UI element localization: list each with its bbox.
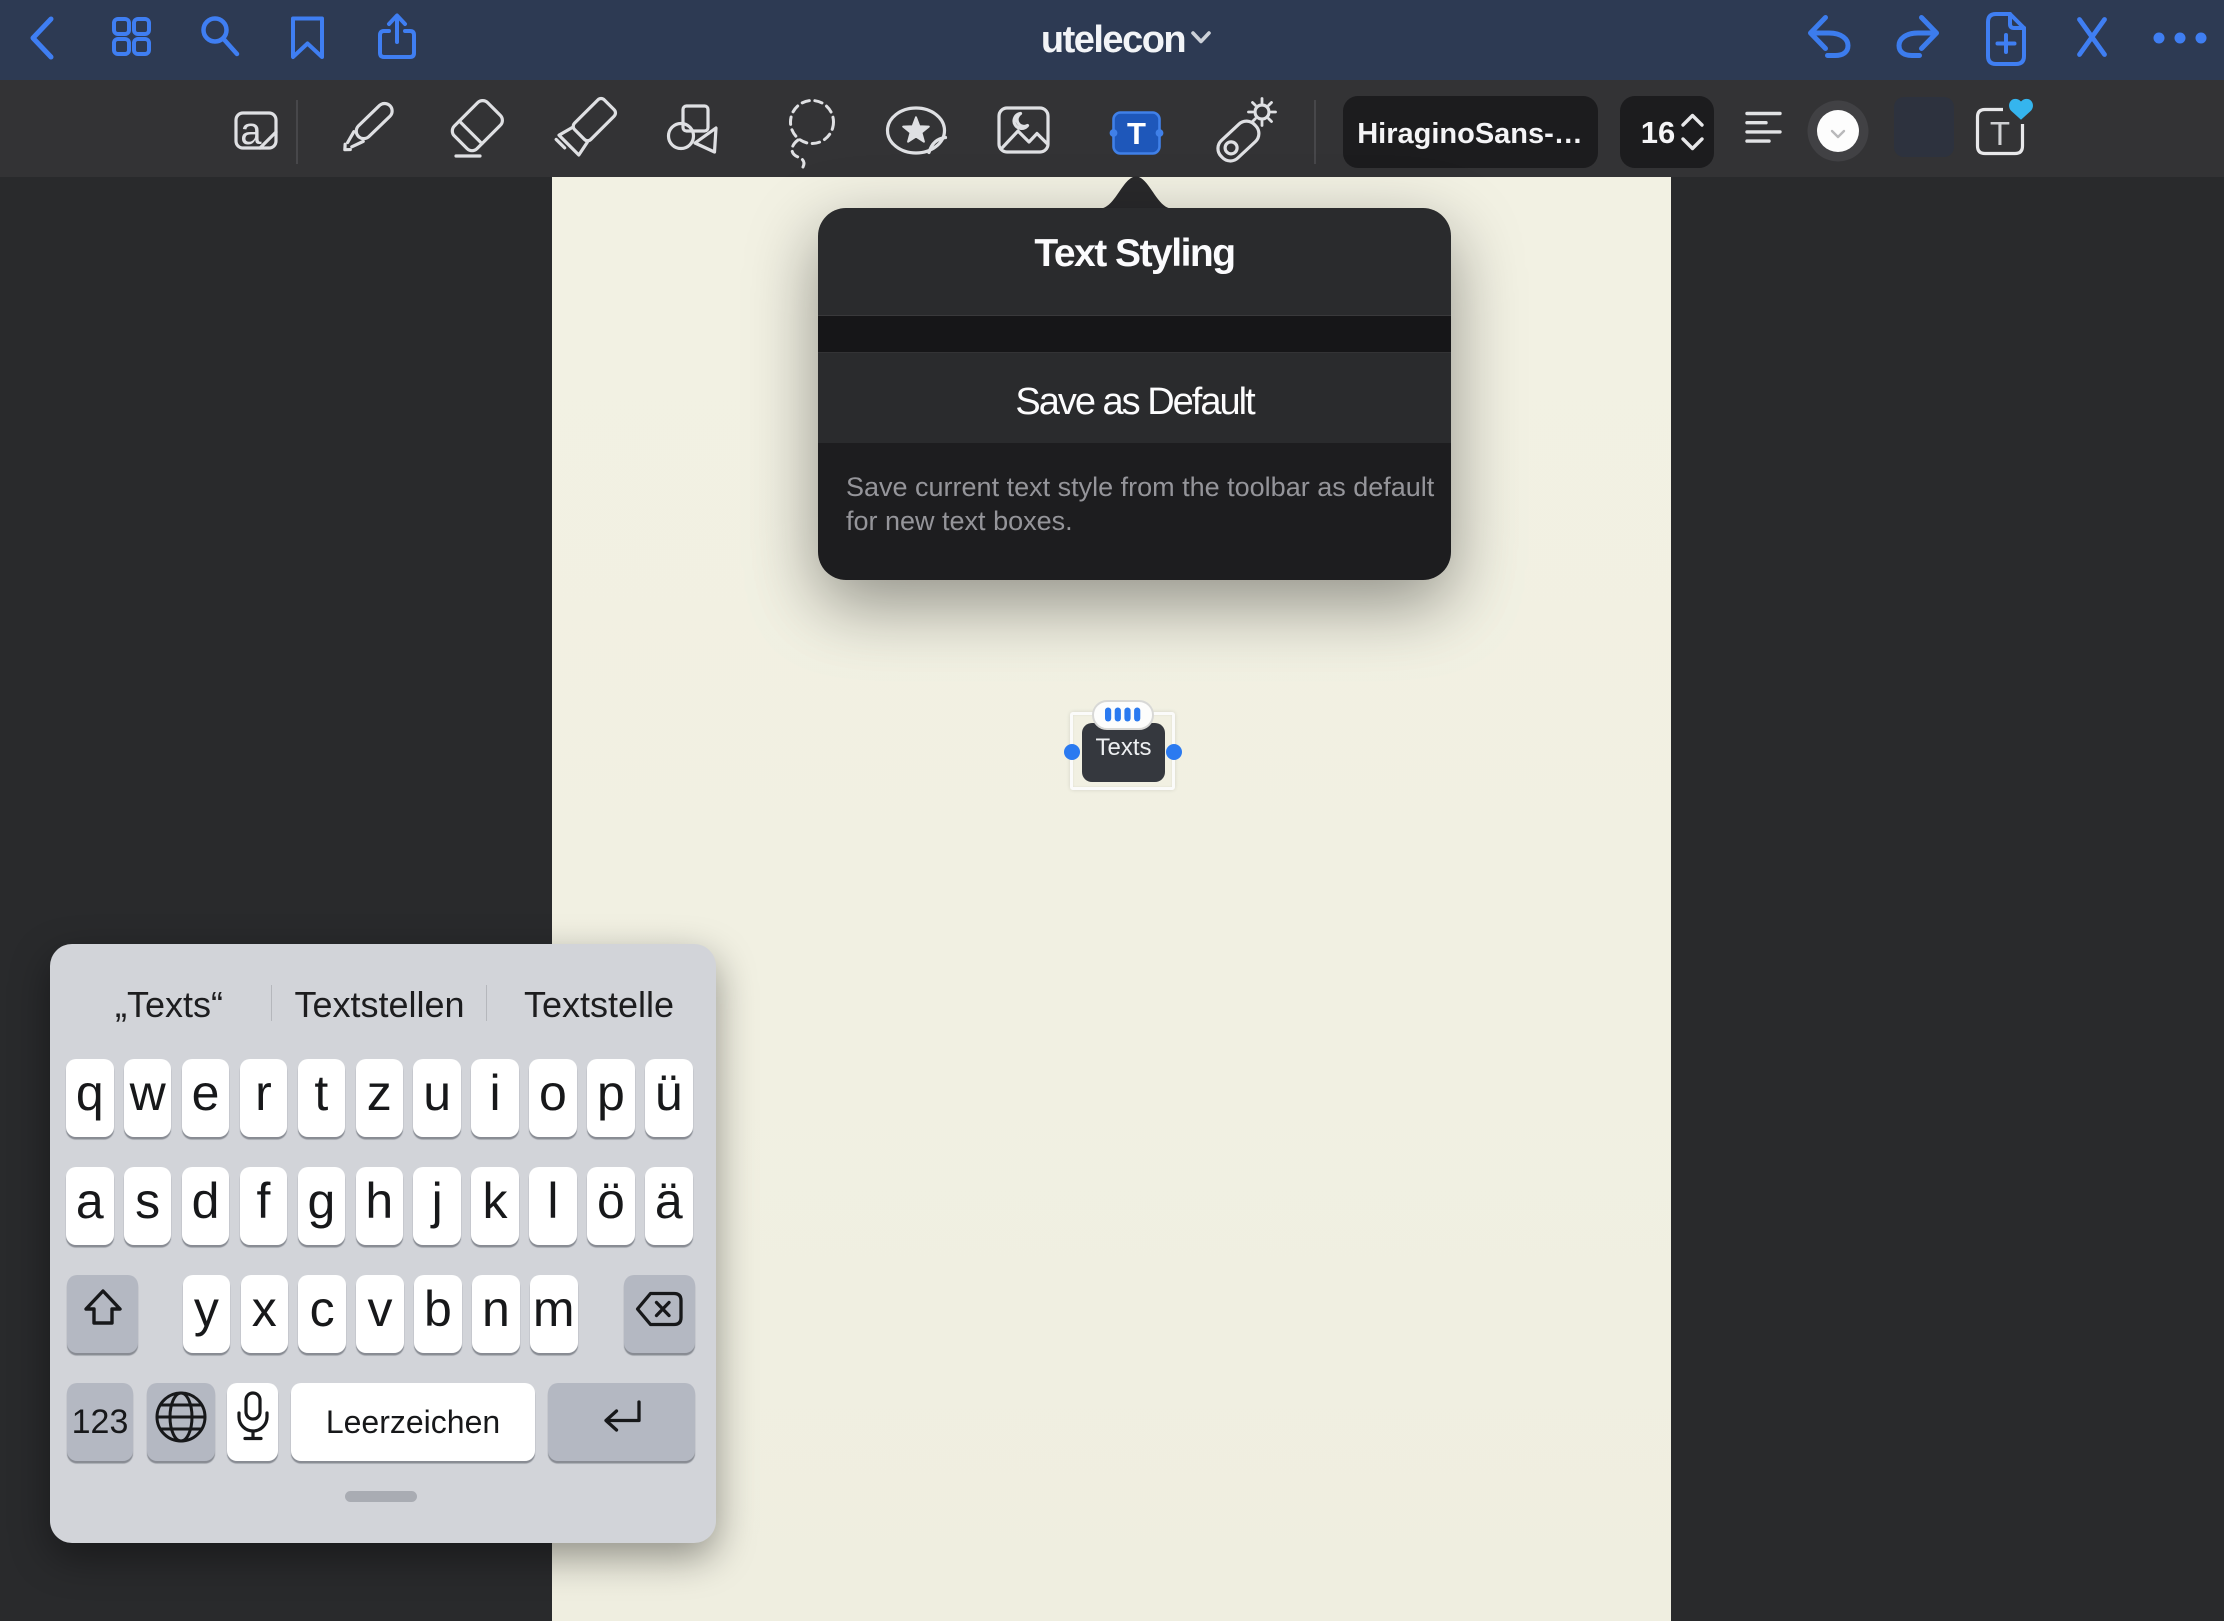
svg-text:a: a: [240, 111, 262, 153]
svg-text:HiraginoSans-…: HiraginoSans-…: [1357, 118, 1583, 150]
svg-text:16: 16: [1641, 115, 1675, 150]
svg-text:T: T: [1127, 116, 1146, 151]
svg-text:T: T: [1990, 115, 2010, 152]
